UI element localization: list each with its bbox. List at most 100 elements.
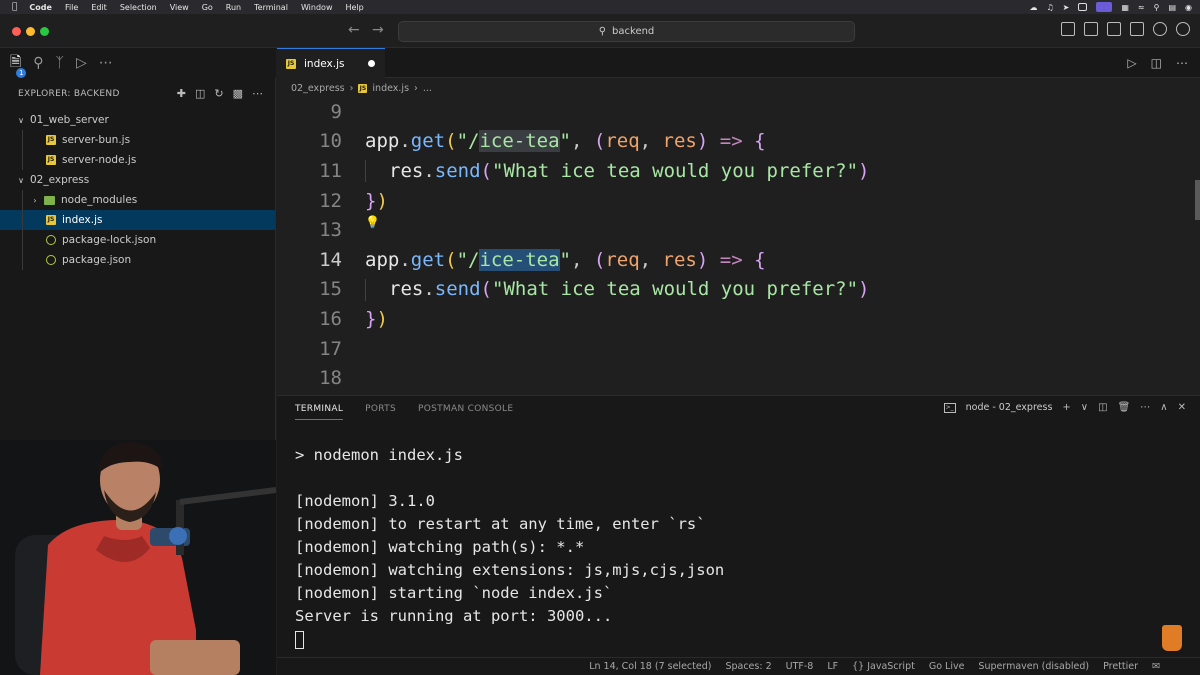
command-center-search[interactable]: ⚲ backend: [398, 21, 855, 42]
toggle-panel-icon[interactable]: [1084, 22, 1098, 36]
breadcrumb-symbol[interactable]: ...: [423, 83, 432, 94]
forward-arrow-icon[interactable]: →: [372, 22, 384, 38]
breadcrumb-folder[interactable]: 02_express: [291, 83, 345, 94]
code-text: }): [365, 307, 388, 330]
collapse-all-icon[interactable]: ▩: [233, 87, 243, 100]
code-line[interactable]: 9: [277, 98, 1200, 127]
settings-gear-icon[interactable]: [1176, 22, 1190, 36]
menu-go[interactable]: Go: [202, 3, 213, 12]
run-play-icon[interactable]: ▷: [1127, 56, 1136, 70]
account-icon[interactable]: [1153, 22, 1167, 36]
maximize-panel-icon[interactable]: ∧: [1160, 402, 1167, 413]
cloud-icon[interactable]: ☁: [1029, 3, 1037, 12]
breadcrumb-file[interactable]: index.js: [372, 83, 409, 94]
code-line[interactable]: 11 res.send("What ice tea would you pref…: [277, 156, 1200, 186]
menu-file[interactable]: File: [65, 3, 78, 12]
recording-icon[interactable]: [1096, 2, 1113, 12]
status-line-ending[interactable]: LF: [827, 661, 838, 672]
tab-postman-console[interactable]: POSTMAN CONSOLE: [418, 404, 513, 420]
notifications-bell-icon[interactable]: ✉: [1152, 661, 1160, 672]
wifi-icon[interactable]: ≈: [1138, 3, 1145, 12]
menu-view[interactable]: View: [170, 3, 189, 12]
screen-icon[interactable]: [1078, 3, 1088, 11]
more-icon[interactable]: ⋯: [99, 55, 113, 71]
split-editor-icon[interactable]: ◫: [1151, 56, 1162, 70]
tree-file-server-node[interactable]: JS server-node.js: [0, 150, 275, 170]
siri-icon[interactable]: ◉: [1185, 3, 1192, 12]
lightbulb-icon[interactable]: 💡: [365, 215, 380, 229]
toggle-sidebar-icon[interactable]: [1061, 22, 1075, 36]
new-folder-icon[interactable]: ◫: [195, 87, 205, 100]
code-line[interactable]: 16 }): [277, 304, 1200, 334]
terminal-line: [nodemon] watching extensions: js,mjs,cj…: [295, 561, 725, 579]
source-control-icon[interactable]: ᛉ: [56, 55, 64, 71]
status-prettier[interactable]: Prettier: [1103, 661, 1138, 672]
status-go-live[interactable]: Go Live: [929, 661, 965, 672]
status-indentation[interactable]: Spaces: 2: [725, 661, 771, 672]
more-icon[interactable]: ⋯: [252, 87, 263, 100]
grid-icon[interactable]: ▦: [1121, 3, 1129, 12]
menu-window[interactable]: Window: [301, 3, 333, 12]
code-line[interactable]: 12 }): [277, 186, 1200, 216]
maximize-window-button[interactable]: [40, 27, 49, 36]
more-icon[interactable]: ⋯: [1140, 402, 1150, 413]
tree-file-package-lock[interactable]: package-lock.json: [0, 230, 275, 250]
status-language[interactable]: {} JavaScript: [852, 661, 915, 672]
tree-item-label: server-node.js: [62, 154, 137, 166]
code-line[interactable]: 10 app.get("/ice-tea", (req, res) => {: [277, 127, 1200, 157]
trash-icon[interactable]: 🗑: [1118, 402, 1131, 413]
back-arrow-icon[interactable]: ←: [348, 22, 360, 38]
customize-layout-icon[interactable]: [1130, 22, 1144, 36]
minimize-window-button[interactable]: [26, 27, 35, 36]
control-center-icon[interactable]: ▤: [1168, 3, 1176, 12]
close-panel-icon[interactable]: ✕: [1178, 402, 1186, 413]
status-supermaven[interactable]: Supermaven (disabled): [978, 661, 1089, 672]
terminal-prompt[interactable]: [295, 630, 724, 653]
tree-folder-01-web-server[interactable]: ∨ 01_web_server: [0, 110, 275, 130]
json-file-icon: [46, 255, 56, 265]
code-line[interactable]: 17: [277, 334, 1200, 364]
tab-ports[interactable]: PORTS: [365, 404, 396, 420]
terminal-output[interactable]: > nodemon index.js [nodemon] 3.1.0 [node…: [295, 446, 724, 653]
tree-file-server-bun[interactable]: JS server-bun.js: [0, 130, 275, 150]
terminal-name[interactable]: node - 02_express: [966, 402, 1053, 413]
close-window-button[interactable]: [12, 27, 21, 36]
sound-icon[interactable]: ♫: [1046, 3, 1053, 12]
tree-file-package-json[interactable]: package.json: [0, 250, 275, 270]
search-icon[interactable]: ⚲: [33, 55, 43, 71]
pin-icon[interactable]: ➤: [1063, 3, 1070, 12]
javascript-file-icon: JS: [46, 135, 56, 145]
search-icon[interactable]: ⚲: [1154, 3, 1160, 12]
menu-selection[interactable]: Selection: [120, 3, 157, 12]
editor-scrollbar[interactable]: [1195, 180, 1200, 220]
refresh-icon[interactable]: ↻: [214, 87, 223, 100]
breadcrumb: 02_express › JS index.js › ...: [277, 78, 1200, 98]
code-line[interactable]: 15 res.send("What ice tea would you pref…: [277, 275, 1200, 305]
status-encoding[interactable]: UTF-8: [786, 661, 814, 672]
apple-icon[interactable]: : [12, 2, 17, 12]
code-line[interactable]: 18: [277, 363, 1200, 393]
chevron-down-icon[interactable]: ∨: [1081, 402, 1088, 413]
split-terminal-icon[interactable]: ◫: [1098, 402, 1107, 413]
explorer-files-icon[interactable]: 🗎 1: [10, 51, 27, 78]
code-editor[interactable]: 9 10 app.get("/ice-tea", (req, res) => {…: [277, 98, 1200, 395]
new-terminal-plus-icon[interactable]: +: [1062, 402, 1070, 413]
unsaved-dot-icon[interactable]: [368, 60, 375, 67]
more-icon[interactable]: ⋯: [1176, 56, 1188, 70]
menu-help[interactable]: Help: [345, 3, 363, 12]
code-line-current[interactable]: 14 app.get("/ice-tea", (req, res) => {: [277, 245, 1200, 275]
toggle-secondary-sidebar-icon[interactable]: [1107, 22, 1121, 36]
new-file-icon[interactable]: ✚: [177, 87, 186, 100]
menu-terminal[interactable]: Terminal: [254, 3, 288, 12]
status-cursor-position[interactable]: Ln 14, Col 18 (7 selected): [589, 661, 711, 672]
menu-code[interactable]: Code: [29, 3, 52, 12]
run-debug-icon[interactable]: ▷: [76, 55, 87, 71]
menu-edit[interactable]: Edit: [91, 3, 107, 12]
tree-folder-node-modules[interactable]: › node_modules: [0, 190, 275, 210]
tab-terminal[interactable]: TERMINAL: [295, 404, 344, 420]
tree-folder-02-express[interactable]: ∨ 02_express: [0, 170, 275, 190]
tab-index-js[interactable]: JS index.js: [277, 48, 385, 78]
code-line[interactable]: 13: [277, 215, 1200, 245]
tree-file-index-js[interactable]: JS index.js: [0, 210, 275, 230]
menu-run[interactable]: Run: [226, 3, 241, 12]
